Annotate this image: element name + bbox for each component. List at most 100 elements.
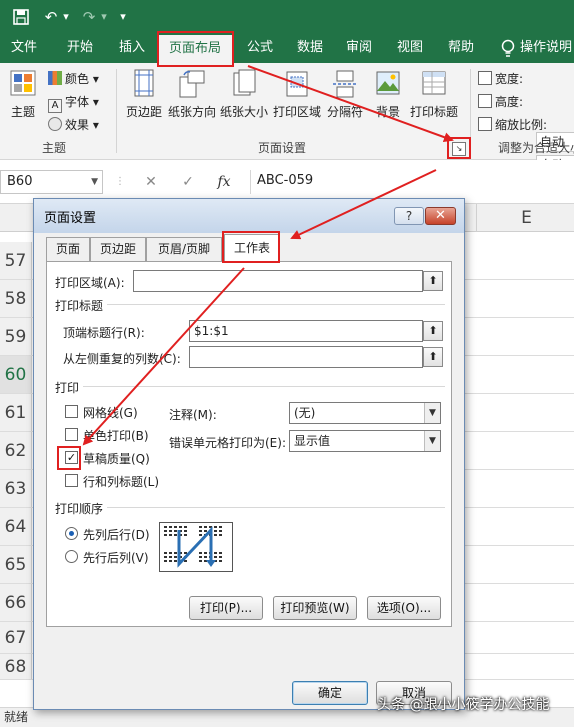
rows-to-repeat-input[interactable]: $1:$1 [189, 320, 423, 342]
dialog-title-bar[interactable]: 页面设置 ? ✕ [34, 199, 464, 233]
row-header[interactable]: 65 [0, 546, 32, 583]
tab-help[interactable]: 帮助 [439, 33, 483, 63]
close-button[interactable]: ✕ [425, 207, 456, 225]
ribbon-page-layout: 主题 颜色 ▾ A 字体 ▾ 效果 ▾ 主题 页边距 纸张方向 纸张大小 打印区域… [0, 63, 574, 198]
breaks-label: 分隔符 [326, 105, 363, 119]
undo-menu-icon[interactable]: ▾ [60, 6, 72, 28]
themes-button[interactable]: 主题 [6, 69, 40, 129]
dialog-tab-header-footer[interactable]: 页眉/页脚 [146, 237, 222, 261]
height-label-text: 高度: [495, 95, 524, 109]
save-icon[interactable] [10, 6, 32, 28]
tab-insert[interactable]: 插入 [110, 33, 154, 63]
redo-icon[interactable]: ↷ [80, 6, 98, 28]
colors-button[interactable]: 颜色 ▾ [48, 69, 99, 89]
print-area-label: 打印区域(A): [55, 276, 125, 290]
print-titles-label: 打印标题 [409, 105, 458, 119]
row-header[interactable]: 68 [0, 654, 32, 679]
background-button[interactable]: 背景 [370, 69, 406, 129]
options-button[interactable]: 选项(O)... [367, 596, 441, 620]
tab-data[interactable]: 数据 [288, 33, 332, 63]
print-titles-icon [422, 71, 446, 95]
lightbulb-icon [501, 39, 515, 57]
undo-icon[interactable]: ↶ [42, 6, 60, 28]
rows-to-repeat-collapse-icon[interactable]: ⬆ [423, 321, 443, 341]
breaks-icon [333, 70, 357, 98]
tab-page-layout[interactable]: 页面布局 [158, 35, 232, 63]
gridlines-label: 网格线(G) [83, 406, 138, 420]
row-header[interactable]: 59 [0, 318, 32, 355]
tab-file[interactable]: 文件 [2, 33, 46, 63]
dialog-tab-page[interactable]: 页面 [46, 237, 90, 261]
comments-select[interactable]: (无) ▼ [289, 402, 441, 424]
row-header[interactable]: 62 [0, 432, 32, 469]
size-button[interactable]: 纸张大小 [219, 69, 269, 129]
gridlines-checkbox[interactable] [65, 405, 78, 418]
height-label: 高度: [478, 92, 523, 112]
down-then-over-radio[interactable] [65, 527, 78, 540]
background-label: 背景 [375, 105, 400, 119]
dialog-tab-margins[interactable]: 页边距 [90, 237, 146, 261]
background-icon [376, 71, 400, 95]
print-titles-button[interactable]: 打印标题 [408, 69, 460, 129]
margins-button[interactable]: 页边距 [123, 69, 165, 129]
row-header[interactable]: 58 [0, 280, 32, 317]
row-header[interactable]: 67 [0, 622, 32, 653]
print-area-input[interactable] [133, 270, 423, 292]
page-setup-launcher-icon[interactable]: ↘ [452, 142, 466, 156]
tab-review[interactable]: 审阅 [337, 33, 381, 63]
black-and-white-checkbox[interactable] [65, 428, 78, 441]
dialog-tab-sheet[interactable]: 工作表 [224, 234, 280, 262]
tab-formulas[interactable]: 公式 [238, 33, 282, 63]
cell-errors-select[interactable]: 显示值 ▼ [289, 430, 441, 452]
orientation-button[interactable]: 纸张方向 [167, 69, 217, 129]
insert-function-icon[interactable]: fx [212, 172, 236, 192]
print-area-label: 打印区域 [272, 105, 321, 119]
customize-toolbar-icon[interactable]: ▾ [117, 6, 129, 28]
enter-icon[interactable]: ✓ [177, 172, 199, 192]
section-divider [107, 304, 445, 305]
scale-label: 缩放比例: [478, 115, 547, 135]
redo-menu-icon[interactable]: ▾ [98, 6, 110, 28]
row-header[interactable]: 66 [0, 584, 32, 621]
cancel-icon[interactable]: ✕ [140, 172, 162, 192]
row-header-selected[interactable]: 60 [0, 356, 32, 393]
fonts-button[interactable]: A 字体 ▾ [48, 92, 99, 113]
row-header[interactable]: 63 [0, 470, 32, 507]
draft-quality-checkbox[interactable]: ✓ [65, 451, 78, 464]
print-area-button[interactable]: 打印区域 [272, 69, 322, 129]
column-header-e[interactable]: E [476, 204, 574, 232]
formula-input[interactable]: ABC-059 [250, 170, 574, 194]
section-divider [83, 386, 445, 387]
row-header[interactable]: 57 [0, 242, 32, 279]
themes-label: 主题 [10, 105, 35, 119]
tab-view[interactable]: 视图 [388, 33, 432, 63]
effects-button[interactable]: 效果 ▾ [48, 115, 99, 135]
cols-to-repeat-input[interactable] [189, 346, 423, 368]
row-col-headings-checkbox[interactable] [65, 474, 78, 487]
over-then-down-radio[interactable] [65, 550, 78, 563]
print-button[interactable]: 打印(P)... [189, 596, 263, 620]
status-text: 就绪 [4, 710, 29, 724]
tab-home[interactable]: 开始 [58, 33, 102, 63]
help-button[interactable]: ? [394, 207, 424, 225]
print-preview-button[interactable]: 打印预览(W) [273, 596, 357, 620]
width-label-text: 宽度: [495, 72, 524, 86]
breaks-button[interactable]: 分隔符 [325, 69, 365, 129]
print-titles-section: 打印标题 [55, 299, 104, 313]
paper-size-icon [233, 69, 256, 96]
print-area-collapse-icon[interactable]: ⬆ [423, 271, 443, 291]
tell-me-box[interactable]: 操作说明 [520, 33, 574, 63]
print-section: 打印 [55, 381, 80, 395]
row-header[interactable]: 64 [0, 508, 32, 545]
cols-to-repeat-collapse-icon[interactable]: ⬆ [423, 347, 443, 367]
name-box[interactable]: B60 ▼ [0, 170, 103, 194]
orientation-label: 纸张方向 [167, 105, 216, 119]
watermark: 头条 @跟小小筱学办公技能 [377, 697, 550, 713]
chevron-down-icon: ▼ [424, 431, 440, 451]
name-box-dropdown-icon[interactable]: ▼ [91, 171, 98, 193]
ok-button[interactable]: 确定 [292, 681, 368, 705]
row-header[interactable]: 61 [0, 394, 32, 431]
width-icon [478, 71, 492, 85]
formula-bar-grip: ⋮ [115, 176, 125, 187]
colors-icon [48, 71, 62, 85]
